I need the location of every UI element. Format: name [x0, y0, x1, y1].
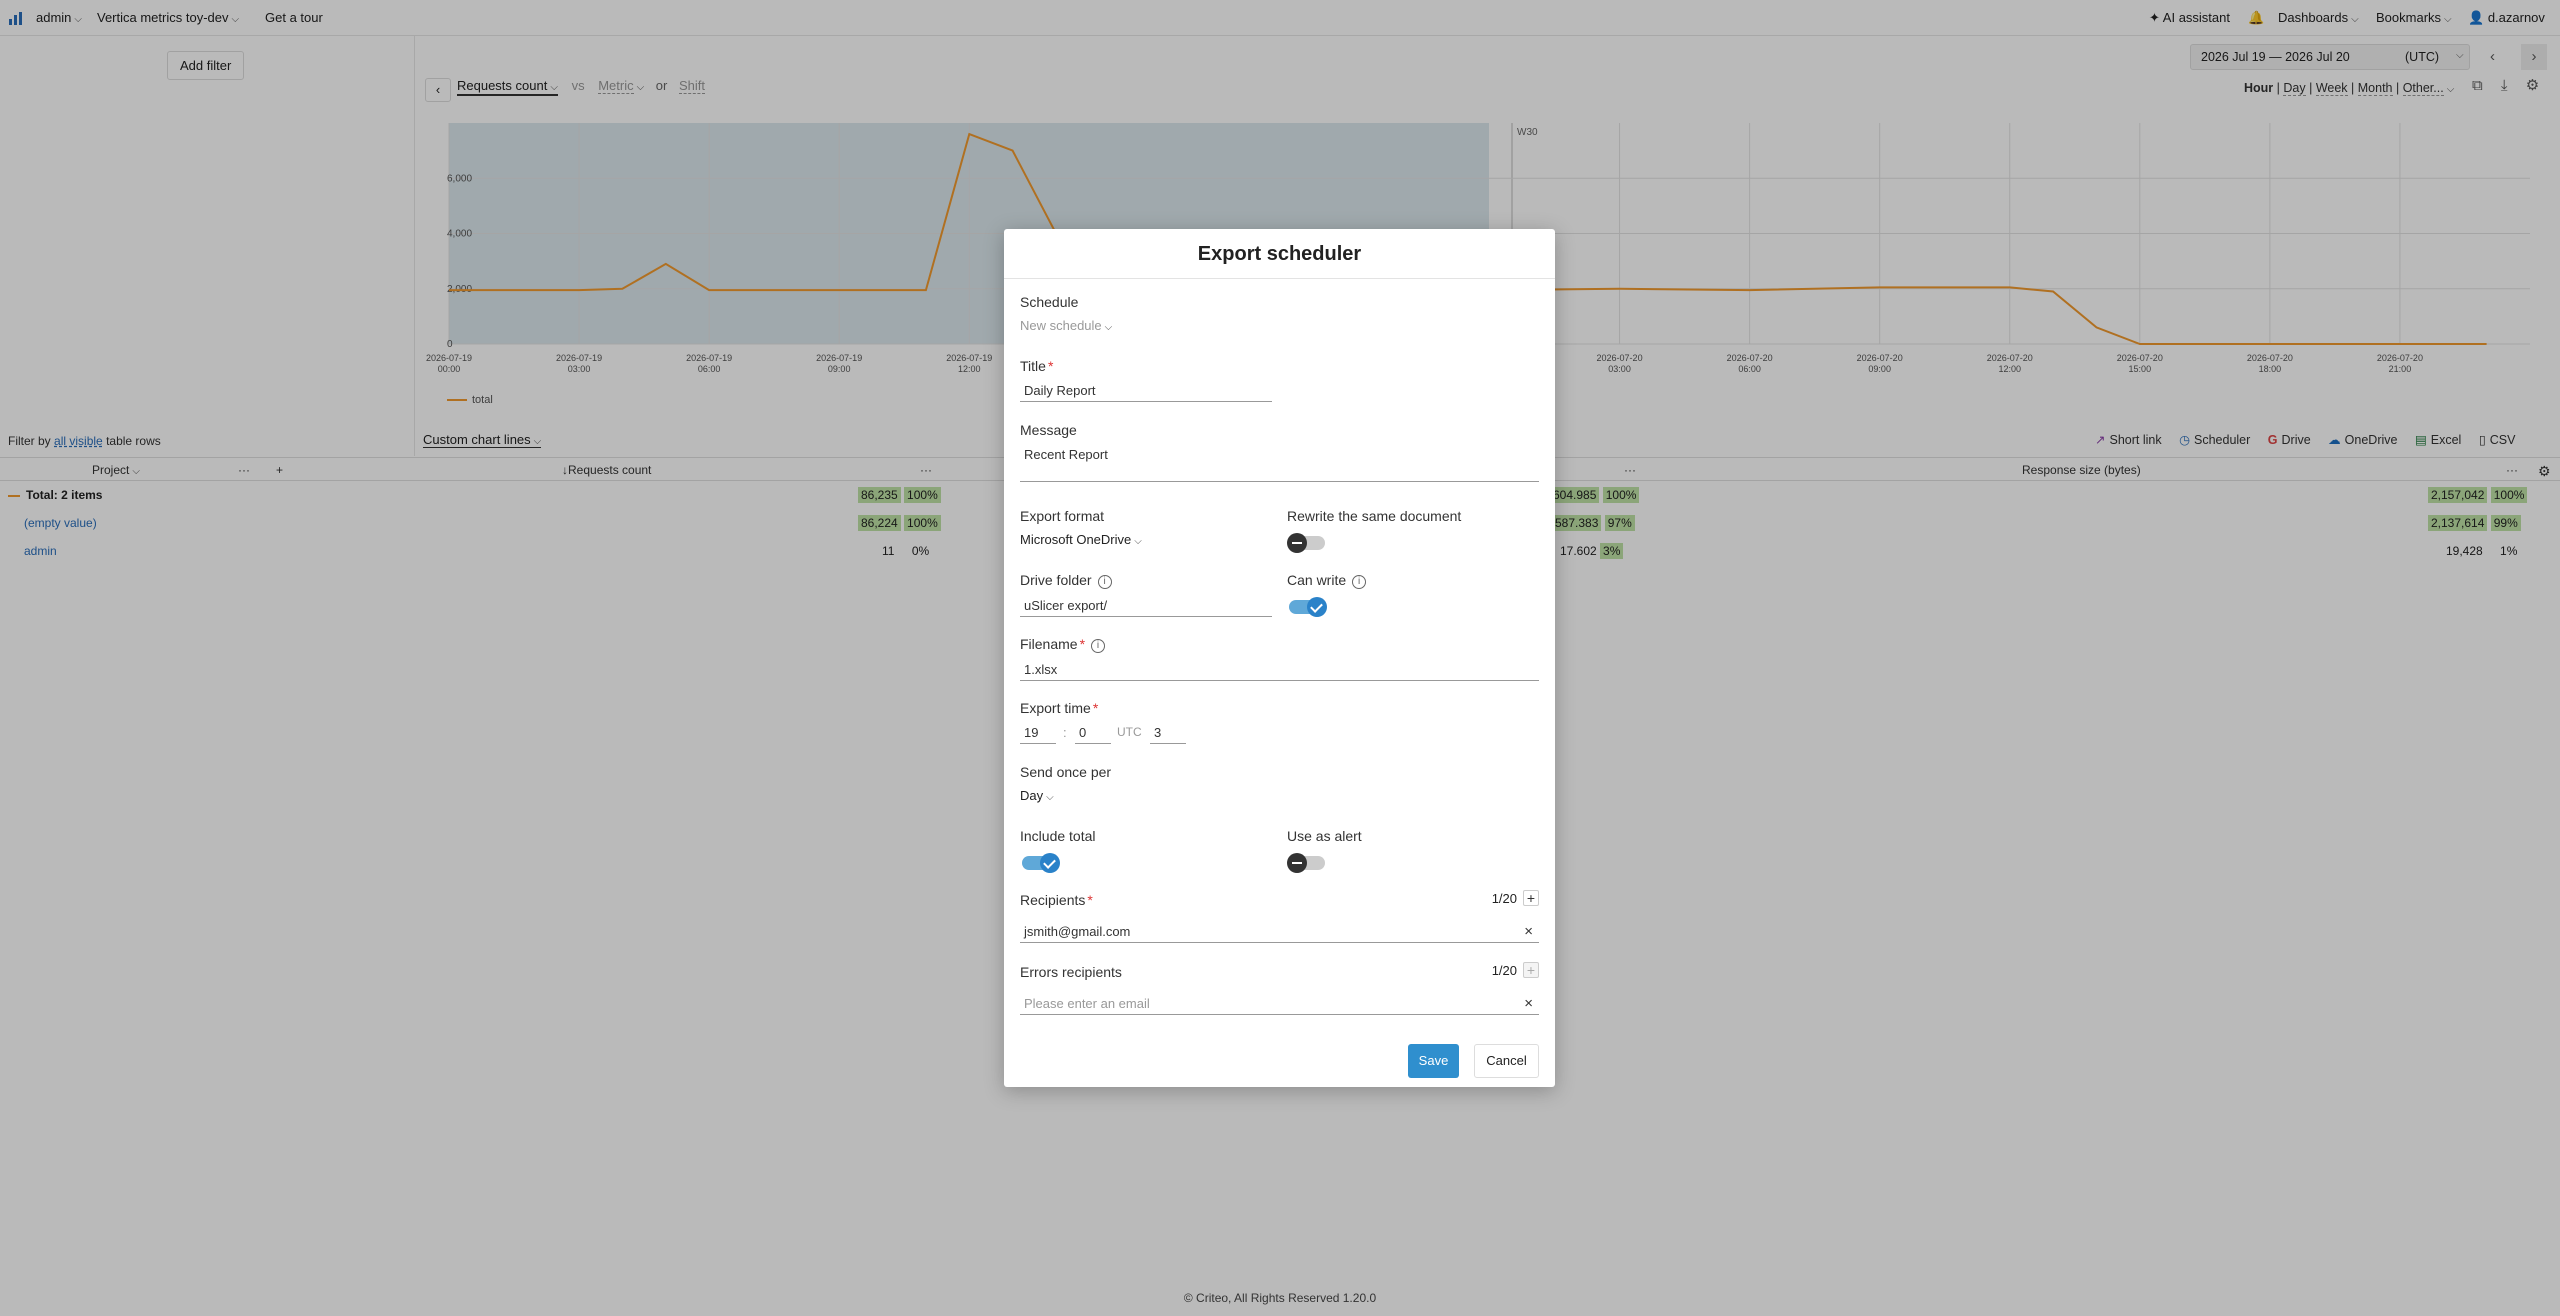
footer-copyright: © Criteo, All Rights Reserved 1.20.0: [1183, 1291, 1377, 1305]
rewrite-field: Rewrite the same document: [1287, 508, 1527, 553]
recipients-counter: 1/20 +: [1492, 890, 1539, 906]
dialog-title: Export scheduler: [1004, 229, 1555, 279]
export-format-label: Export format: [1020, 508, 1105, 524]
use-as-alert-toggle[interactable]: [1287, 853, 1325, 873]
schedule-label: Schedule: [1020, 294, 1079, 310]
rewrite-label: Rewrite the same document: [1287, 508, 1462, 524]
can-write-toggle[interactable]: [1289, 597, 1327, 617]
can-write-label: Can write i: [1287, 572, 1487, 589]
close-icon[interactable]: ×: [1524, 923, 1533, 940]
schedule-select[interactable]: New schedule ⌵: [1020, 318, 1112, 333]
chevron-down-icon: ⌵: [1134, 536, 1142, 547]
include-total-toggle[interactable]: [1022, 853, 1060, 873]
toggle-knob: [1040, 853, 1060, 873]
save-button[interactable]: Save: [1408, 1044, 1459, 1078]
send-once-select[interactable]: Day ⌵: [1020, 788, 1111, 803]
toggle-knob: [1287, 853, 1307, 873]
chevron-down-icon: ⌵: [1104, 322, 1113, 333]
toggle-knob: [1287, 533, 1307, 553]
chevron-down-icon: ⌵: [1046, 792, 1054, 803]
can-write-field: Can write i: [1287, 572, 1487, 617]
add-recipient-button[interactable]: +: [1523, 890, 1539, 906]
utc-label: UTC: [1117, 725, 1142, 739]
rewrite-toggle[interactable]: [1287, 533, 1325, 553]
export-scheduler-dialog: Export scheduler Schedule New schedule ⌵ …: [1004, 229, 1555, 1087]
error-recipient-email-input[interactable]: Please enter an email ×: [1020, 993, 1539, 1015]
recipients-label: Recipients *: [1020, 892, 1093, 908]
message-label: Message: [1020, 422, 1077, 438]
errors-recipients-label: Errors recipients: [1020, 964, 1122, 980]
use-as-alert-label: Use as alert: [1287, 828, 1362, 844]
filename-field: Filename * i 1.xlsx: [1020, 636, 1539, 681]
schedule-field: Schedule New schedule ⌵: [1020, 294, 1112, 333]
export-time-field: Export time * 19 : 0 UTC 3: [1020, 700, 1220, 746]
export-format-field: Export format Microsoft OneDrive ⌵: [1020, 508, 1142, 547]
filename-label: Filename * i: [1020, 636, 1539, 653]
send-once-field: Send once per Day ⌵: [1020, 764, 1111, 803]
include-total-label: Include total: [1020, 828, 1096, 844]
send-once-label: Send once per: [1020, 764, 1112, 780]
filename-input[interactable]: 1.xlsx: [1020, 659, 1539, 681]
toggle-knob: [1307, 597, 1327, 617]
title-input[interactable]: Daily Report: [1020, 380, 1272, 402]
time-separator: :: [1063, 725, 1067, 740]
recipients-field: Recipients * 1/20 + jsmith@gmail.com ×: [1020, 890, 1539, 943]
cancel-button[interactable]: Cancel: [1474, 1044, 1539, 1078]
title-label: Title *: [1020, 358, 1054, 374]
recipient-email-input[interactable]: jsmith@gmail.com ×: [1020, 921, 1539, 943]
add-error-recipient-button[interactable]: +: [1523, 962, 1539, 978]
title-field: Title * Daily Report: [1020, 358, 1272, 402]
message-field: Message Recent Report: [1020, 422, 1539, 482]
errors-recipients-counter: 1/20 +: [1492, 962, 1539, 978]
info-icon[interactable]: i: [1097, 575, 1112, 589]
hour-input[interactable]: 19: [1020, 722, 1056, 744]
utc-offset-input[interactable]: 3: [1150, 722, 1186, 744]
minute-input[interactable]: 0: [1075, 722, 1111, 744]
export-time-label: Export time *: [1020, 700, 1099, 716]
info-icon[interactable]: i: [1091, 639, 1106, 653]
info-icon[interactable]: i: [1352, 575, 1367, 589]
drive-folder-label: Drive folder i: [1020, 572, 1272, 589]
drive-folder-field: Drive folder i uSlicer export/: [1020, 572, 1272, 617]
close-icon[interactable]: ×: [1524, 995, 1533, 1012]
include-total-field: Include total: [1020, 828, 1220, 873]
errors-recipients-field: Errors recipients 1/20 + Please enter an …: [1020, 962, 1539, 1015]
drive-folder-input[interactable]: uSlicer export/: [1020, 595, 1272, 617]
message-textarea[interactable]: Recent Report: [1020, 444, 1539, 482]
export-format-select[interactable]: Microsoft OneDrive ⌵: [1020, 532, 1142, 547]
use-as-alert-field: Use as alert: [1287, 828, 1487, 873]
